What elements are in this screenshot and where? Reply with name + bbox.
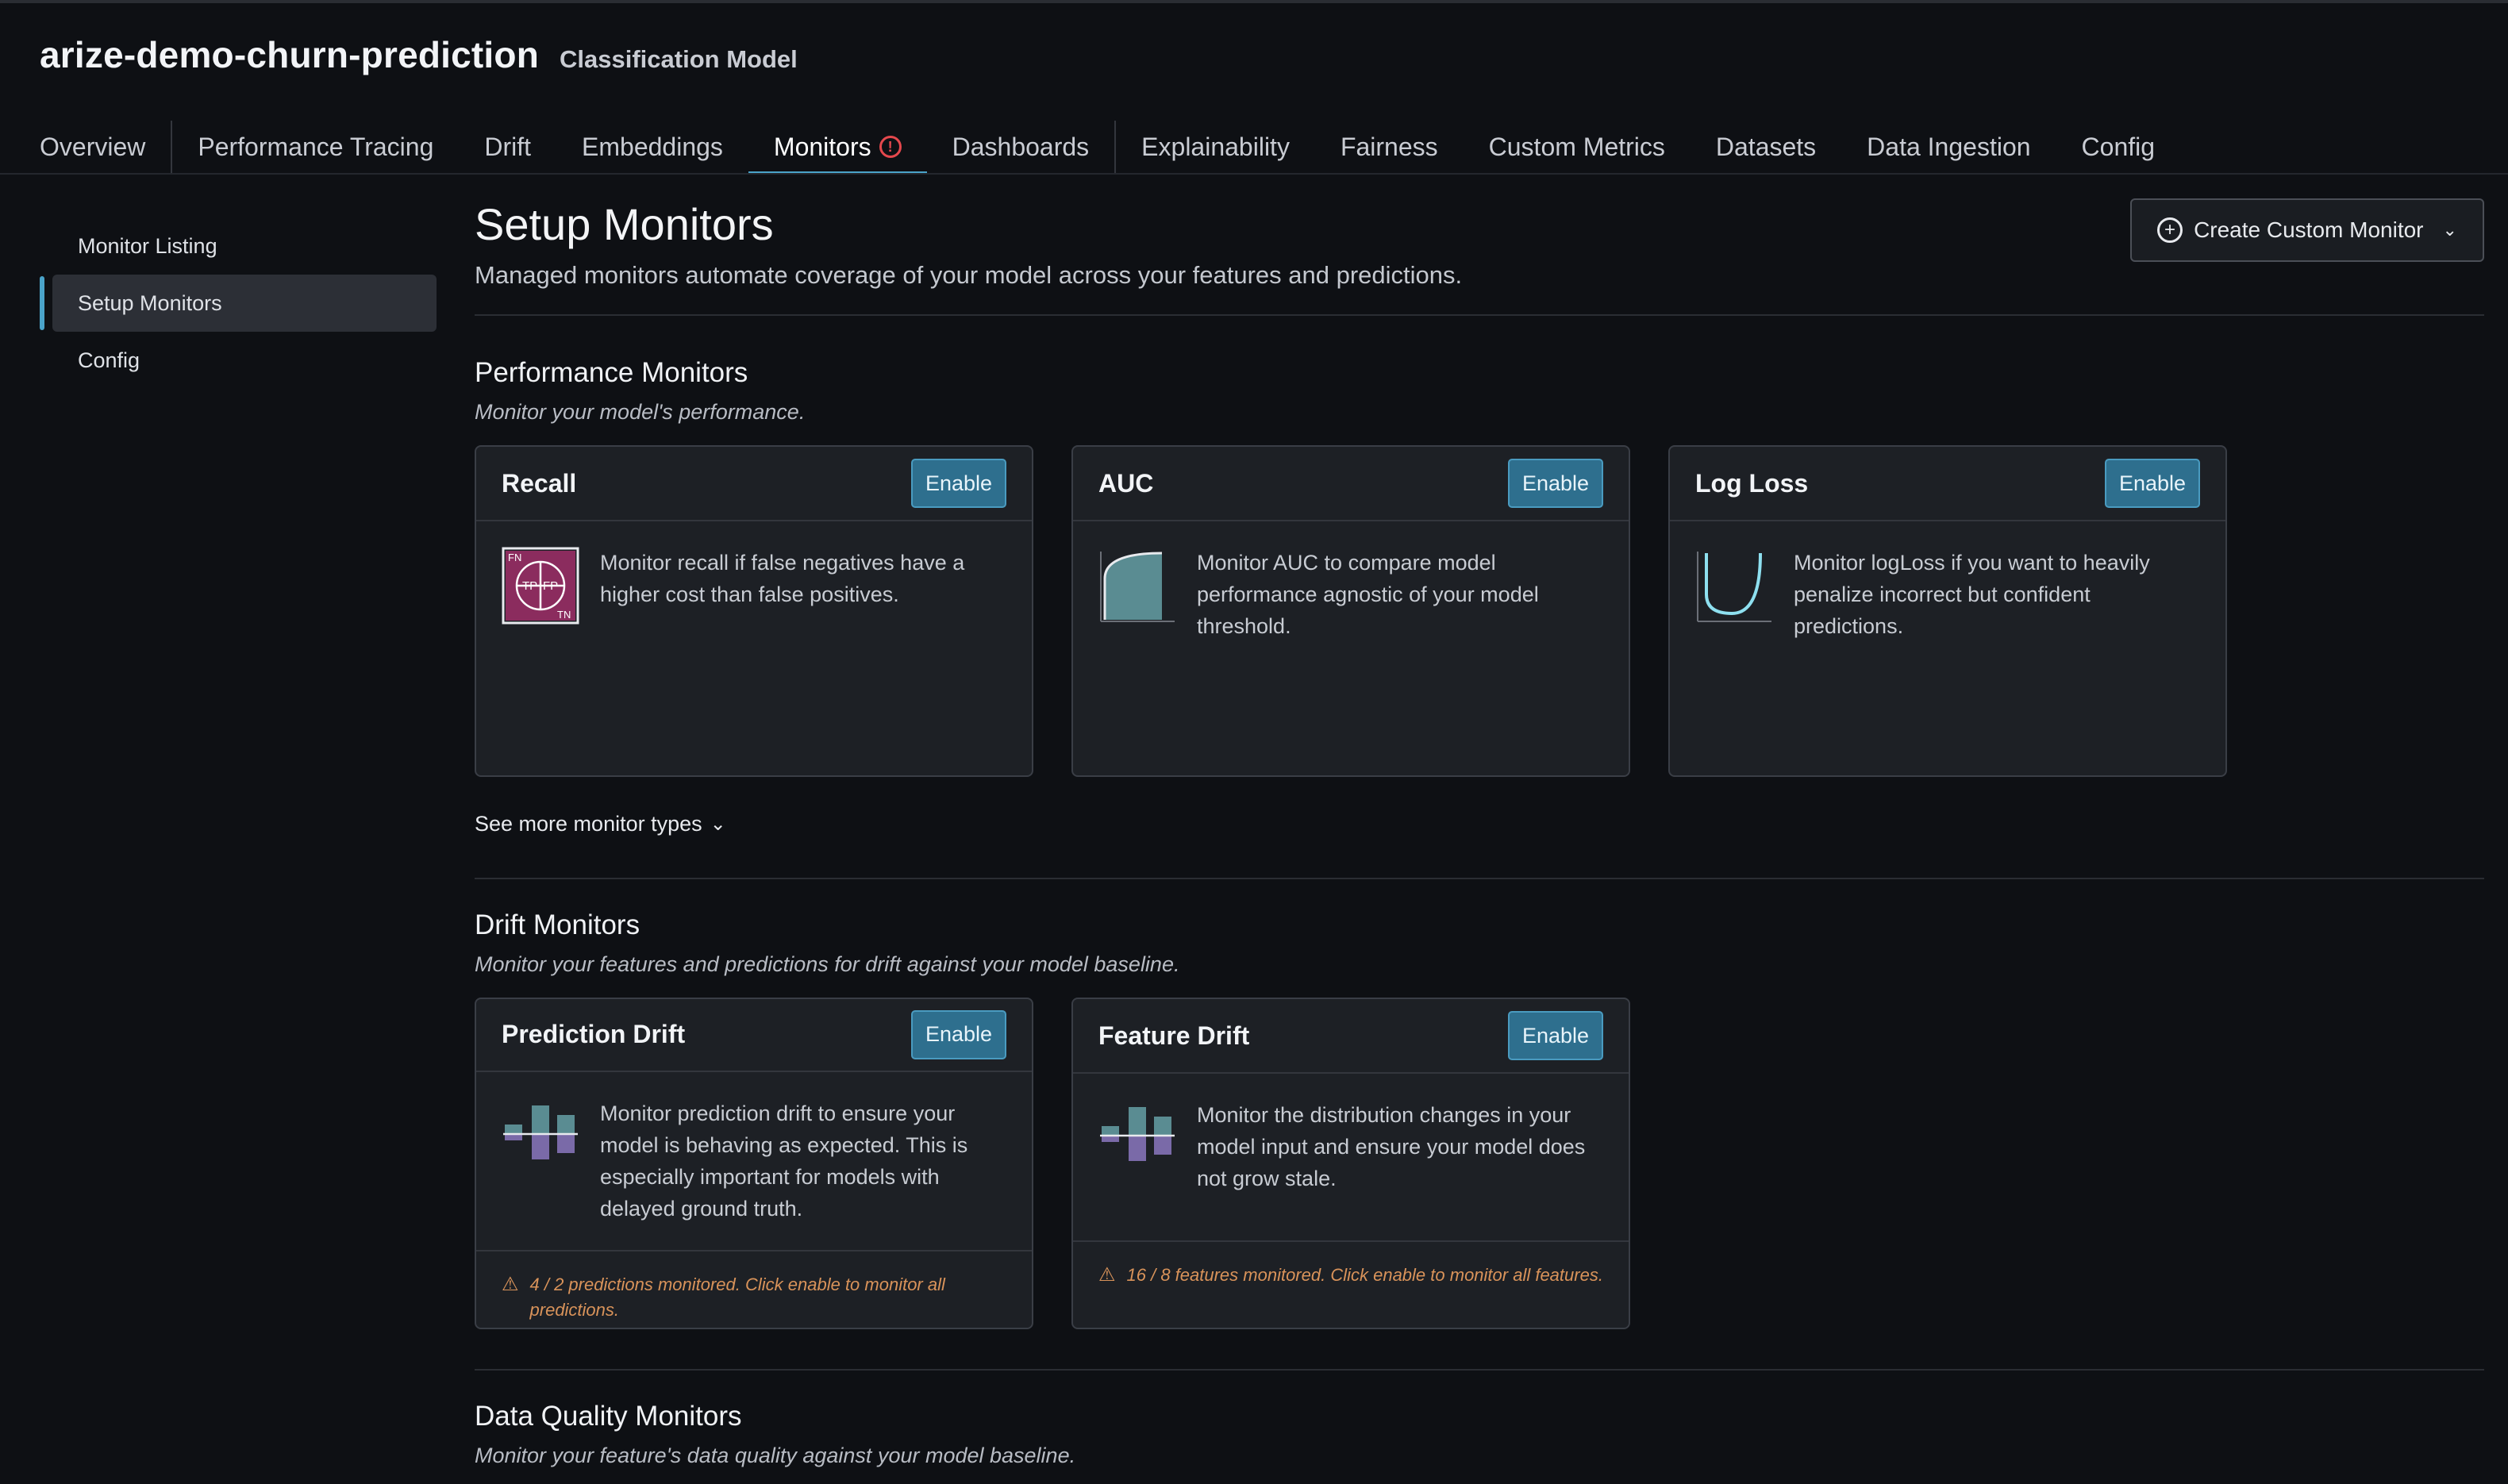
monitor-card-recall: Recall Enable FN TP FP TN Monitor recall… <box>475 445 1033 777</box>
tab-overview[interactable]: Overview <box>40 119 171 175</box>
tn-label: TN <box>557 609 571 621</box>
enable-button[interactable]: Enable <box>1508 1011 1603 1060</box>
monitor-card-auc: AUC Enable Monitor AUC to compare model … <box>1071 445 1630 777</box>
enable-button[interactable]: Enable <box>2105 459 2200 508</box>
monitor-coverage-warning: ⚠ 4 / 2 predictions monitored. Click ena… <box>476 1249 1032 1328</box>
sidebar-item-monitor-listing[interactable]: Monitor Listing <box>40 217 437 275</box>
tabs-divider <box>0 173 2508 175</box>
tab-monitors[interactable]: Monitors ! <box>748 119 927 175</box>
warning-icon: ⚠ <box>502 1273 519 1295</box>
monitor-card-prediction-drift: Prediction Drift Enable Monitor predicti… <box>475 998 1033 1329</box>
card-description: Monitor prediction drift to ensure your … <box>600 1101 968 1221</box>
card-title: Prediction Drift <box>502 1020 686 1049</box>
main-content: Setup Monitors Managed monitors automate… <box>475 198 2484 1468</box>
monitor-card-log-loss: Log Loss Enable Monitor logLoss if you w… <box>1668 445 2227 777</box>
log-loss-curve-icon <box>1697 552 1771 622</box>
chevron-down-icon: ⌄ <box>2442 220 2457 240</box>
section-title: Drift Monitors <box>475 909 640 940</box>
tab-drift[interactable]: Drift <box>459 119 556 175</box>
model-tabs: Overview Performance Tracing Drift Embed… <box>40 119 2180 175</box>
model-type: Classification Model <box>560 45 798 73</box>
tab-explainability[interactable]: Explainability <box>1116 119 1315 175</box>
page-subtitle: Managed monitors automate coverage of yo… <box>475 261 1463 289</box>
sidebar-item-config[interactable]: Config <box>40 332 437 389</box>
card-title: AUC <box>1098 468 1154 498</box>
distribution-bars-icon <box>1100 1107 1175 1161</box>
plus-circle-icon: + <box>2157 217 2183 243</box>
tab-datasets[interactable]: Datasets <box>1691 119 1841 175</box>
model-header: arize-demo-churn-prediction Classificati… <box>40 33 798 76</box>
create-custom-monitor-button[interactable]: + Create Custom Monitor ⌄ <box>2130 198 2484 262</box>
tab-custom-metrics[interactable]: Custom Metrics <box>1464 119 1691 175</box>
tab-monitors-label: Monitors <box>773 132 871 161</box>
enable-button[interactable]: Enable <box>911 459 1006 508</box>
warning-icon: ⚠ <box>1098 1264 1116 1286</box>
section-subtitle: Monitor your features and predictions fo… <box>475 952 1180 976</box>
enable-button[interactable]: Enable <box>911 1009 1006 1059</box>
card-description: Monitor recall if false negatives have a… <box>600 551 965 606</box>
tab-config[interactable]: Config <box>2056 119 2181 175</box>
drift-monitors-section: Drift Monitors Monitor your features and… <box>475 909 2484 1329</box>
card-title: Log Loss <box>1695 468 1809 498</box>
fp-label: FP <box>543 579 558 593</box>
fn-label: FN <box>508 552 521 563</box>
tab-performance-tracing[interactable]: Performance Tracing <box>172 119 459 175</box>
alert-icon: ! <box>879 136 902 158</box>
auc-curve-icon <box>1100 552 1175 622</box>
section-subtitle: Monitor your feature's data quality agai… <box>475 1444 1076 1467</box>
section-divider <box>475 878 2484 879</box>
see-more-label: See more monitor types <box>475 812 702 836</box>
section-divider <box>475 1369 2484 1371</box>
monitor-coverage-warning: ⚠ 16 / 8 features monitored. Click enabl… <box>1073 1240 1629 1328</box>
card-description: Monitor logLoss if you want to heavily p… <box>1794 551 2150 638</box>
monitor-card-feature-drift: Feature Drift Enable Monitor the distrib… <box>1071 998 1630 1329</box>
tab-embeddings[interactable]: Embeddings <box>556 119 748 175</box>
card-title: Recall <box>502 468 577 498</box>
monitors-sidebar: Monitor Listing Setup Monitors Config <box>40 217 437 389</box>
create-custom-monitor-label: Create Custom Monitor <box>2194 217 2424 242</box>
sidebar-item-setup-monitors[interactable]: Setup Monitors <box>40 275 437 332</box>
warning-text: 4 / 2 predictions monitored. Click enabl… <box>529 1274 945 1320</box>
model-name: arize-demo-churn-prediction <box>40 34 540 75</box>
section-divider <box>475 314 2484 316</box>
window-top-border <box>0 0 2508 3</box>
tab-data-ingestion[interactable]: Data Ingestion <box>1841 119 2056 175</box>
card-title: Feature Drift <box>1098 1021 1250 1050</box>
warning-text: 16 / 8 features monitored. Click enable … <box>1126 1265 1603 1285</box>
tab-dashboards[interactable]: Dashboards <box>927 119 1115 175</box>
enable-button[interactable]: Enable <box>1508 459 1603 508</box>
section-title: Performance Monitors <box>475 357 748 388</box>
tab-fairness[interactable]: Fairness <box>1315 119 1464 175</box>
data-quality-monitors-section: Data Quality Monitors Monitor your featu… <box>475 1401 2484 1468</box>
section-title: Data Quality Monitors <box>475 1401 742 1432</box>
section-subtitle: Monitor your model's performance. <box>475 400 806 424</box>
performance-monitors-section: Performance Monitors Monitor your model'… <box>475 357 2484 836</box>
see-more-monitor-types[interactable]: See more monitor types ⌄ <box>475 812 2484 836</box>
card-description: Monitor the distribution changes in your… <box>1197 1103 1586 1190</box>
distribution-bars-icon <box>503 1105 578 1159</box>
confusion-matrix-icon: FN TP FP TN <box>502 547 579 625</box>
chevron-down-icon: ⌄ <box>710 813 726 835</box>
tp-label: TP <box>522 579 537 593</box>
card-description: Monitor AUC to compare model performance… <box>1197 551 1539 638</box>
